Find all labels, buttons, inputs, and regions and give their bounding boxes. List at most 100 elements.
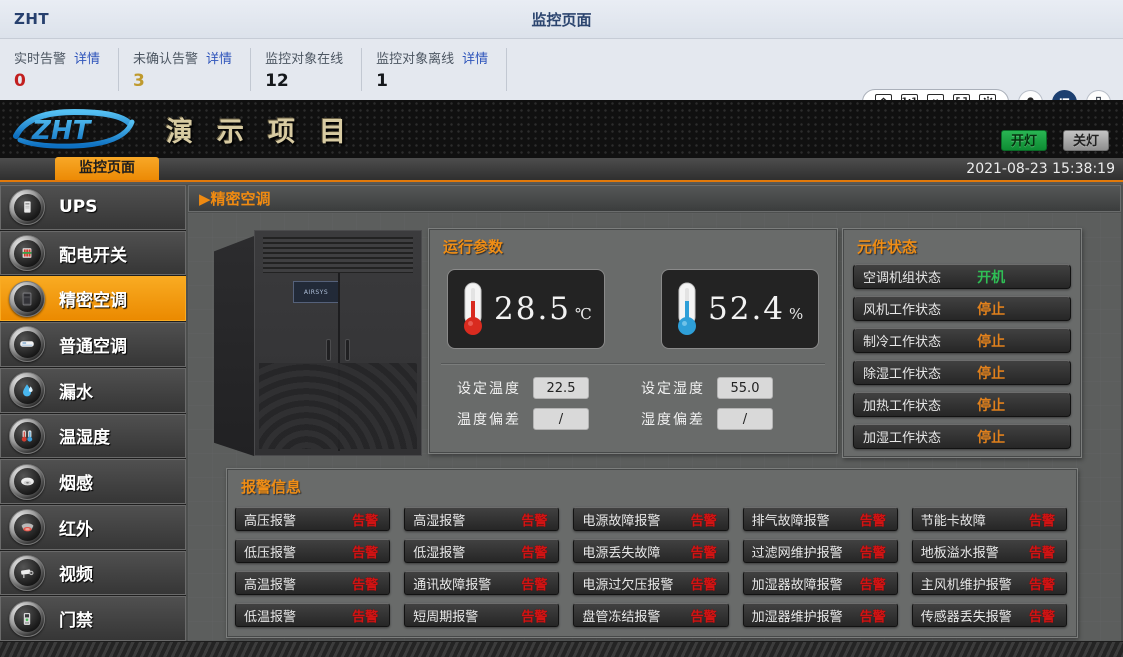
alarm-item: 地板溢水报警告警 [912,539,1067,563]
sidebar-item-door-access[interactable]: 门禁 [0,596,186,641]
unconfirmed-alarm-details-link[interactable]: 详情 [206,48,232,67]
thermometer-blue-icon [674,281,700,337]
temperature-deviation-value[interactable]: / [533,408,589,430]
alarm-info-title: 报警信息 [227,469,1077,497]
alarm-flag: 告警 [860,606,886,625]
alarm-flag: 告警 [1029,574,1055,593]
status-row-heating: 加热工作状态 停止 [853,392,1071,417]
project-name: 演示项目 [166,110,370,149]
stat-label: 未确认告警 [133,48,198,67]
section-header: ▶精密空调 [188,185,1121,212]
alarm-flag: 告警 [352,510,378,529]
sidebar-item-infrared[interactable]: 红外 [0,505,186,550]
alarm-flag: 告警 [691,542,717,561]
sidebar-item-temp-humidity[interactable]: 温湿度 [0,414,186,459]
sidebar-item-water-leak[interactable]: 漏水 [0,368,186,413]
status-value: 停止 [977,427,1005,447]
tab-monitoring-page[interactable]: 监控页面 [55,157,159,180]
light-on-button[interactable]: 开灯 [1001,130,1047,151]
temperature-deviation: 温度偏差 / [457,408,641,430]
temp-humidity-icon [9,418,45,454]
alarm-item: 盘管冻结报警告警 [573,603,728,627]
sidebar-item-smoke[interactable]: 烟感 [0,459,186,504]
camera-icon [9,555,45,591]
alarm-flag: 告警 [521,574,547,593]
ac-display-panel: AIRSYS [293,281,339,303]
alarm-item: 高湿报警告警 [404,507,559,531]
stat-label: 监控对象在线 [265,48,343,67]
zht-logo: ZHT [8,106,140,152]
alarm-flag: 告警 [691,574,717,593]
datetime-display: 2021-08-23 15:38:19 [966,161,1115,177]
component-status-panel: 元件状态 空调机组状态 开机 风机工作状态 停止 制冷工作状态 停止 除湿工作状… [842,228,1082,458]
stat-label: 监控对象离线 [376,48,454,67]
alarm-flag: 告警 [1029,606,1055,625]
temperature-unit: ℃ [575,305,592,323]
status-value: 开机 [977,267,1005,287]
set-humidity-value[interactable]: 55.0 [717,377,773,399]
stats-bar: 实时告警 详情 0 未确认告警 详情 3 监控对象在线 12 监控对象离线 详情… [0,38,1123,100]
precision-ac-icon [9,281,45,317]
alarm-item: 低温报警告警 [235,603,390,627]
alarm-flag: 告警 [691,510,717,529]
thermometer-red-icon [460,281,486,337]
infrared-icon [9,509,45,545]
humidity-unit: % [789,305,803,323]
humidity-card: 52.4% [661,269,819,349]
split-ac-icon [9,326,45,362]
alarm-item: 电源丢失故障告警 [573,539,728,563]
alarm-flag: 告警 [521,542,547,561]
temperature-value: 28.5 [494,291,571,327]
status-value: 停止 [977,363,1005,383]
sidebar-item-video[interactable]: 视频 [0,551,186,596]
page-title: 监控页面 [0,9,1123,30]
sidebar-item-power-switch[interactable]: 配电开关 [0,231,186,276]
status-row-fan: 风机工作状态 停止 [853,296,1071,321]
sidebar-item-ups[interactable]: UPS [0,185,186,230]
alarm-flag: 告警 [521,606,547,625]
alarm-flag: 告警 [352,606,378,625]
alarm-item: 排气故障报警告警 [743,507,898,531]
logo-bar: ZHT 演示项目 开灯 关灯 [0,100,1123,158]
light-off-button[interactable]: 关灯 [1063,130,1109,151]
alarm-item: 加湿器维护报警告警 [743,603,898,627]
sidebar-item-common-ac[interactable]: 普通空调 [0,322,186,367]
offline-details-link[interactable]: 详情 [462,48,488,67]
set-humidity: 设定湿度 55.0 [641,377,825,399]
alarm-flag: 告警 [352,574,378,593]
status-row-unit: 空调机组状态 开机 [853,264,1071,289]
alarm-item: 传感器丢失报警告警 [912,603,1067,627]
alarm-item: 加湿器故障报警告警 [743,571,898,595]
stat-label: 实时告警 [14,48,66,67]
stat-objects-offline: 监控对象离线 详情 1 [376,48,507,91]
alarm-item: 过滤网维护报警告警 [743,539,898,563]
alarm-item: 低压报警告警 [235,539,390,563]
tab-bar: 监控页面 2021-08-23 15:38:19 [0,158,1123,182]
content-area: UPS 配电开关 精密空调 普通空调 [0,184,1123,657]
alarm-item: 主风机维护报警告警 [912,571,1067,595]
alarm-flag: 告警 [521,510,547,529]
alarm-flag: 告警 [860,542,886,561]
stat-value: 12 [265,71,343,91]
alarm-item: 低湿报警告警 [404,539,559,563]
status-row-humidify: 加湿工作状态 停止 [853,424,1071,449]
sidebar-item-precision-ac[interactable]: 精密空调 [0,276,186,321]
stat-unconfirmed-alarm: 未确认告警 详情 3 [133,48,251,91]
smoke-detector-icon [9,464,45,500]
alarm-flag: 告警 [860,510,886,529]
alarm-flag: 告警 [860,574,886,593]
run-params-panel: 运行参数 28.5℃ [428,228,838,454]
set-temperature-value[interactable]: 22.5 [533,377,589,399]
stat-value: 1 [376,71,488,91]
humidity-deviation-value[interactable]: / [717,408,773,430]
ups-icon [9,189,45,225]
water-leak-icon [9,372,45,408]
top-bar: ZHT 监控页面 [0,0,1123,38]
alarm-flag: 告警 [1029,510,1055,529]
door-access-icon [9,601,45,637]
bottom-hatch-strip [0,641,1123,657]
realtime-alarm-details-link[interactable]: 详情 [74,48,100,67]
humidity-value: 52.4 [708,291,785,327]
alarm-info-panel: 报警信息 高压报警告警 高湿报警告警 电源故障报警告警 排气故障报警告警 节能卡… [226,468,1078,638]
status-row-cooling: 制冷工作状态 停止 [853,328,1071,353]
